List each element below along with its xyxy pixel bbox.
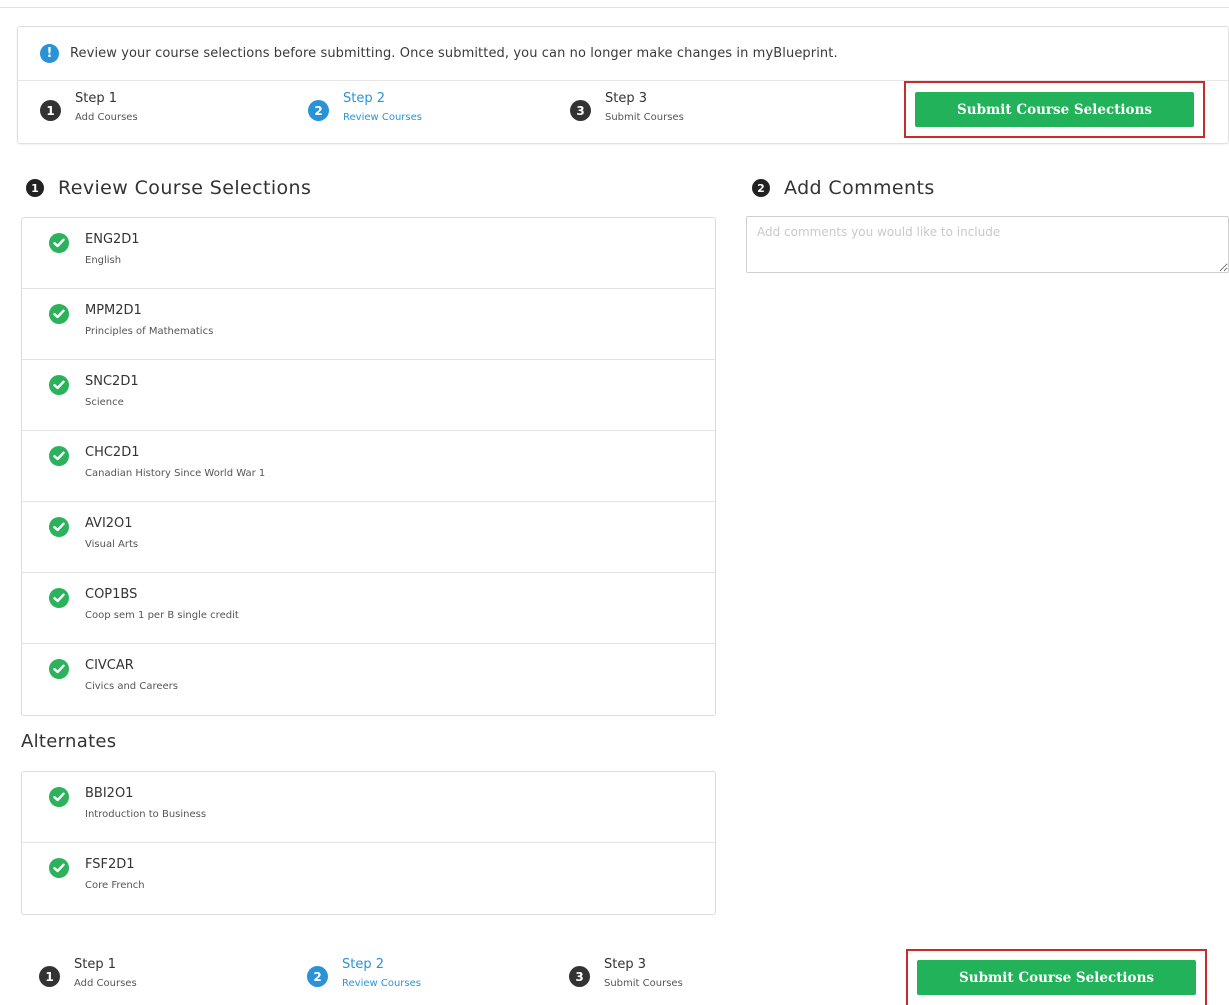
course-selection-list: ENG2D1 English MPM2D1 Principles of Mathema… xyxy=(21,217,716,716)
bottom-step-2-title: Step 2 xyxy=(342,957,385,972)
course-code: MPM2D1 xyxy=(85,303,142,318)
check-circle-icon xyxy=(49,233,69,253)
step-2-subtitle: Review Courses xyxy=(343,112,422,123)
check-circle-icon xyxy=(49,375,69,395)
bottom-step-3[interactable]: 3 Step 3 Submit Courses xyxy=(569,956,683,992)
step-2[interactable]: 2 Step 2 Review Courses xyxy=(308,90,422,126)
check-circle-icon xyxy=(49,446,69,466)
submit-course-selections-button-bottom[interactable]: Submit Course Selections xyxy=(917,960,1196,995)
course-name: Science xyxy=(85,397,124,408)
course-code: SNC2D1 xyxy=(85,374,139,389)
course-code: COP1BS xyxy=(85,587,138,602)
step-2-title: Step 2 xyxy=(343,91,386,106)
step-3-subtitle: Submit Courses xyxy=(605,112,684,123)
course-name: Principles of Mathematics xyxy=(85,326,214,337)
course-item[interactable]: CIVCAR Civics and Careers xyxy=(22,644,715,715)
comments-heading: 2 Add Comments xyxy=(752,177,935,199)
check-circle-icon xyxy=(49,304,69,324)
step-1-number-icon: 1 xyxy=(40,100,61,121)
check-circle-icon xyxy=(49,588,69,608)
bottom-step-2-subtitle: Review Courses xyxy=(342,978,421,989)
info-icon: ! xyxy=(40,44,59,63)
course-name: Core French xyxy=(85,880,145,891)
comments-field[interactable] xyxy=(746,216,1229,273)
review-heading: 1 Review Course Selections xyxy=(26,177,311,199)
bottom-step-3-title: Step 3 xyxy=(604,957,647,972)
top-divider xyxy=(0,7,1229,8)
course-code: AVI2O1 xyxy=(85,516,133,531)
course-code: CIVCAR xyxy=(85,658,134,673)
step-3-number-icon: 3 xyxy=(570,100,591,121)
step-3[interactable]: 3 Step 3 Submit Courses xyxy=(570,90,684,126)
bottom-steps-row: 1 Step 1 Add Courses 2 Step 2 Review Cou… xyxy=(17,947,877,1005)
alternates-list: BBI2O1 Introduction to Business FSF2D1 Core… xyxy=(21,771,716,915)
step-1[interactable]: 1 Step 1 Add Courses xyxy=(40,90,138,126)
bottom-step-1-number-icon: 1 xyxy=(39,966,60,987)
course-item[interactable]: MPM2D1 Principles of Mathematics xyxy=(22,289,715,360)
info-banner: ! Review your course selections before s… xyxy=(18,27,1228,81)
course-item[interactable]: COP1BS Coop sem 1 per B single credit xyxy=(22,573,715,644)
course-name: Canadian History Since World War 1 xyxy=(85,468,266,479)
course-name: Civics and Careers xyxy=(85,681,178,692)
check-circle-icon xyxy=(49,858,69,878)
review-heading-text: Review Course Selections xyxy=(58,177,312,199)
course-name: English xyxy=(85,255,122,266)
info-message: Review your course selections before sub… xyxy=(70,46,838,61)
bottom-step-3-subtitle: Submit Courses xyxy=(604,978,683,989)
review-number-icon: 1 xyxy=(26,179,44,197)
bottom-step-1[interactable]: 1 Step 1 Add Courses xyxy=(39,956,137,992)
bottom-step-1-subtitle: Add Courses xyxy=(74,978,137,989)
comments-heading-text: Add Comments xyxy=(784,177,935,199)
course-code: ENG2D1 xyxy=(85,232,140,247)
course-name: Coop sem 1 per B single credit xyxy=(85,610,239,621)
bottom-step-1-title: Step 1 xyxy=(74,957,117,972)
course-name: Introduction to Business xyxy=(85,809,207,820)
submit-highlight-top: Submit Course Selections xyxy=(904,81,1205,138)
check-circle-icon xyxy=(49,659,69,679)
check-circle-icon xyxy=(49,787,69,807)
bottom-step-3-number-icon: 3 xyxy=(569,966,590,987)
bottom-step-2[interactable]: 2 Step 2 Review Courses xyxy=(307,956,421,992)
alternates-heading: Alternates xyxy=(21,731,117,752)
course-name: Visual Arts xyxy=(85,539,139,550)
submit-highlight-bottom: Submit Course Selections xyxy=(906,949,1207,1005)
course-item[interactable]: ENG2D1 English xyxy=(22,218,715,289)
step-1-title: Step 1 xyxy=(75,91,118,106)
course-code: CHC2D1 xyxy=(85,445,140,460)
course-code: FSF2D1 xyxy=(85,857,135,872)
comments-number-icon: 2 xyxy=(752,179,770,197)
bottom-step-2-number-icon: 2 xyxy=(307,966,328,987)
course-item[interactable]: FSF2D1 Core French xyxy=(22,843,715,914)
course-item[interactable]: AVI2O1 Visual Arts xyxy=(22,502,715,573)
course-item[interactable]: SNC2D1 Science xyxy=(22,360,715,431)
step-2-number-icon: 2 xyxy=(308,100,329,121)
submit-course-selections-button-top[interactable]: Submit Course Selections xyxy=(915,92,1194,127)
check-circle-icon xyxy=(49,517,69,537)
course-item[interactable]: BBI2O1 Introduction to Business xyxy=(22,772,715,843)
step-3-title: Step 3 xyxy=(605,91,648,106)
course-code: BBI2O1 xyxy=(85,786,134,801)
step-1-subtitle: Add Courses xyxy=(75,112,138,123)
course-item[interactable]: CHC2D1 Canadian History Since World War 1 xyxy=(22,431,715,502)
